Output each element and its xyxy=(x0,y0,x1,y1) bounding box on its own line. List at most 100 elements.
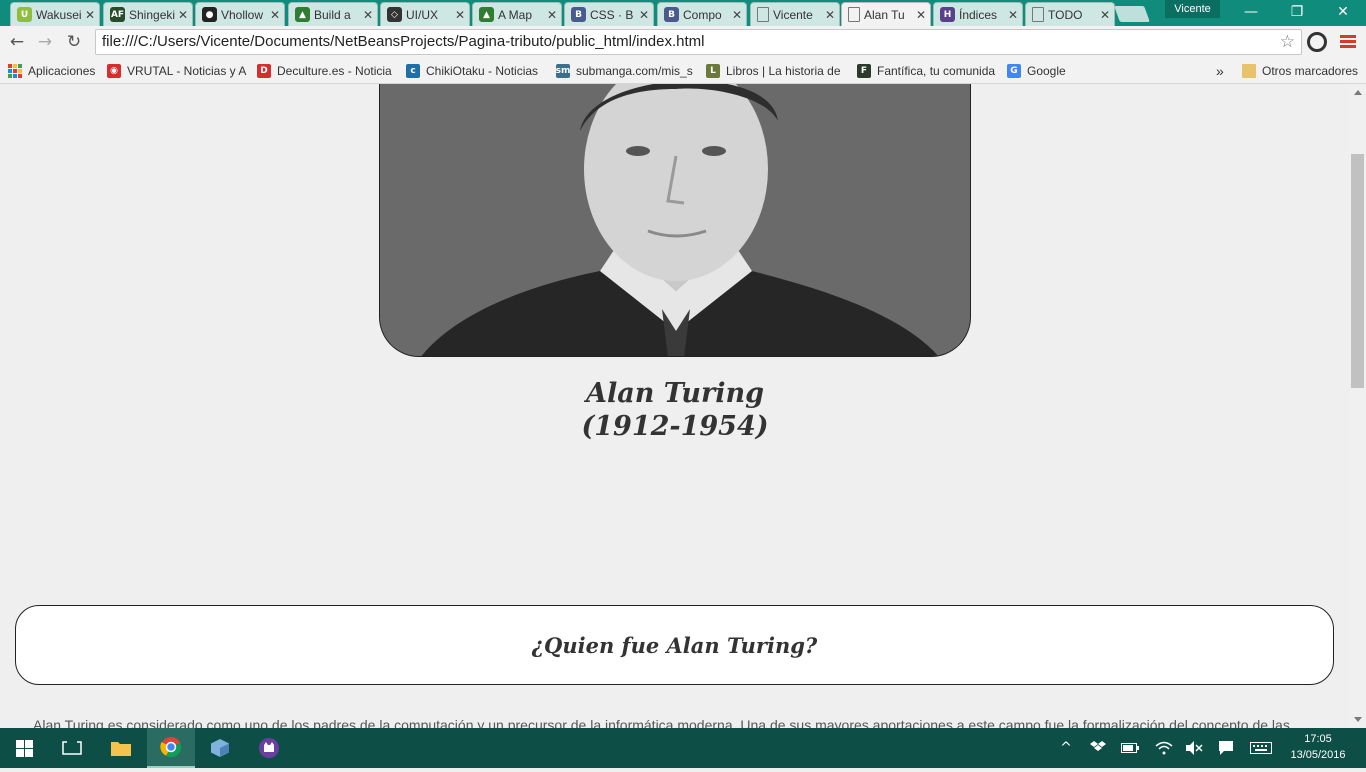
reload-button[interactable]: ↻ xyxy=(62,30,86,54)
bookmarks-overflow-button[interactable]: » xyxy=(1216,58,1224,83)
apps-grid-icon xyxy=(8,63,22,78)
tab-strip: U Wakusei ✕ AF Shingeki ✕ ● Vhollow ✕ ▲ Build a ✕ ◇ U… xyxy=(0,0,1366,26)
tab-close-icon[interactable]: ✕ xyxy=(916,8,926,22)
profile-button[interactable]: Vicente xyxy=(1165,0,1220,18)
scroll-up-icon[interactable] xyxy=(1354,90,1362,95)
U-favicon-icon: U xyxy=(17,7,32,22)
tab-close-icon[interactable]: ✕ xyxy=(825,8,835,22)
browser-tab[interactable]: TODO ✕ xyxy=(1025,2,1115,26)
dropbox-icon[interactable] xyxy=(1088,728,1108,768)
B-favicon-icon: B xyxy=(571,7,586,22)
alan-turing-portrait xyxy=(379,84,971,357)
bookmark-label: Fantífica, tu comunida xyxy=(877,63,996,78)
tab-close-icon[interactable]: ✕ xyxy=(1008,8,1018,22)
bookmark-favicon-icon: c xyxy=(406,63,420,78)
cat-app-icon xyxy=(259,738,279,758)
browser-tab[interactable]: ◇ UI/UX ✕ xyxy=(380,2,470,26)
show-hidden-icons-button[interactable]: ^ xyxy=(1056,728,1076,768)
tab-close-icon[interactable]: ✕ xyxy=(455,8,465,22)
battery-icon[interactable] xyxy=(1118,728,1142,768)
tab-close-icon[interactable]: ✕ xyxy=(85,8,95,22)
bookmark-item[interactable]: L Libros | La historia de xyxy=(706,58,846,83)
section-heading: ¿Quien fue Alan Turing? xyxy=(531,632,818,658)
forward-button[interactable]: → xyxy=(33,30,57,54)
bookmark-favicon-icon: D xyxy=(257,63,271,78)
app-taskbar-button[interactable] xyxy=(245,728,293,768)
fcc-favicon-icon: ▲ xyxy=(295,7,310,22)
new-tab-button[interactable] xyxy=(1114,6,1150,22)
file-explorer-taskbar-button[interactable] xyxy=(97,728,145,768)
chrome-menu-icon[interactable] xyxy=(1340,35,1356,49)
bookmark-item[interactable]: G Google xyxy=(1007,58,1087,83)
tab-title: A Map xyxy=(498,7,533,22)
browser-tab[interactable]: B CSS · B ✕ xyxy=(564,2,654,26)
clock-date: 13/05/2016 xyxy=(1290,749,1346,761)
bookmark-label: Libros | La historia de xyxy=(726,63,841,78)
bookmark-item[interactable]: D Deculture.es - Noticia xyxy=(257,58,397,83)
browser-tab[interactable]: AF Shingeki ✕ xyxy=(103,2,193,26)
doc-favicon-icon xyxy=(1032,7,1044,22)
tab-close-icon[interactable]: ✕ xyxy=(547,8,557,22)
bookmark-favicon-icon: G xyxy=(1007,63,1021,78)
browser-tab[interactable]: H Índices ✕ xyxy=(933,2,1023,26)
tab-title: Wakusei xyxy=(36,7,82,22)
browser-tab[interactable]: B Compo ✕ xyxy=(657,2,747,26)
bookmark-label: ChikiOtaku - Noticias xyxy=(426,63,539,78)
scroll-down-icon[interactable] xyxy=(1354,717,1362,722)
task-view-icon xyxy=(62,740,82,755)
page-scrollbar[interactable] xyxy=(1350,84,1366,728)
restore-button[interactable]: ❐ xyxy=(1274,0,1320,26)
task-view-button[interactable] xyxy=(48,728,96,768)
chrome-taskbar-button[interactable] xyxy=(147,728,195,768)
browser-toolbar: ← → ↻ file:///C:/Users/Vicente/Documents… xyxy=(0,26,1366,58)
tab-close-icon[interactable]: ✕ xyxy=(363,8,373,22)
bookmark-label: Deculture.es - Noticia xyxy=(277,63,392,78)
browser-tab[interactable]: ▲ A Map ✕ xyxy=(472,2,562,26)
address-bar[interactable]: file:///C:/Users/Vicente/Documents/NetBe… xyxy=(95,29,1302,55)
folder-icon xyxy=(111,742,131,756)
doc-favicon-icon xyxy=(757,7,769,22)
bookmark-label: Aplicaciones xyxy=(28,63,96,78)
browser-tab[interactable]: U Wakusei ✕ xyxy=(10,2,100,26)
minimize-button[interactable]: — xyxy=(1228,0,1274,26)
browser-tab[interactable]: Vicente ✕ xyxy=(750,2,840,26)
tab-close-icon[interactable]: ✕ xyxy=(270,8,280,22)
bookmark-item[interactable]: c ChikiOtaku - Noticias xyxy=(406,58,546,83)
tab-close-icon[interactable]: ✕ xyxy=(732,8,742,22)
bookmark-item[interactable]: F Fantífica, tu comunida xyxy=(857,58,997,83)
system-clock[interactable]: 17:05 13/05/2016 xyxy=(1283,731,1353,763)
scrollbar-thumb[interactable] xyxy=(1351,154,1364,388)
chrome-icon xyxy=(160,737,182,758)
windows-taskbar: ^ 17:05 13/05/2016 xyxy=(0,728,1366,768)
keyboard-icon[interactable] xyxy=(1248,728,1274,768)
browser-tab[interactable]: ▲ Build a ✕ xyxy=(288,2,378,26)
bookmark-item[interactable]: sm submanga.com/mis_s xyxy=(556,58,696,83)
action-center-icon[interactable] xyxy=(1214,728,1238,768)
section-heading-box: ¿Quien fue Alan Turing? xyxy=(15,605,1334,685)
tab-title: Alan Tu xyxy=(864,7,905,22)
bookmark-item[interactable]: Aplicaciones xyxy=(8,58,96,83)
tab-close-icon[interactable]: ✕ xyxy=(178,8,188,22)
close-window-button[interactable]: ✕ xyxy=(1320,0,1366,26)
doc-favicon-icon xyxy=(848,7,860,22)
tab-title: Índices xyxy=(959,7,998,22)
browser-tab[interactable]: Alan Tu ✕ xyxy=(841,2,931,26)
github-favicon-icon: ● xyxy=(202,7,217,22)
tab-close-icon[interactable]: ✕ xyxy=(1100,8,1110,22)
other-bookmarks-folder[interactable]: Otros marcadores xyxy=(1242,58,1358,83)
netbeans-taskbar-button[interactable] xyxy=(196,728,244,768)
tab-title: Shingeki xyxy=(129,7,175,22)
url-text[interactable]: file:///C:/Users/Vicente/Documents/NetBe… xyxy=(102,30,705,54)
extension-icon[interactable] xyxy=(1307,32,1327,52)
volume-muted-icon[interactable] xyxy=(1182,728,1206,768)
tab-title: Compo xyxy=(683,7,722,22)
bookmark-star-icon[interactable]: ☆ xyxy=(1280,30,1295,54)
bookmark-favicon-icon: F xyxy=(857,63,871,78)
back-button[interactable]: ← xyxy=(5,30,29,54)
wifi-icon[interactable] xyxy=(1152,728,1176,768)
browser-tab[interactable]: ● Vhollow ✕ xyxy=(195,2,285,26)
tab-close-icon[interactable]: ✕ xyxy=(639,8,649,22)
bookmark-favicon-icon: L xyxy=(706,63,720,78)
bookmark-item[interactable]: ◉ VRUTAL - Noticias y A xyxy=(107,58,247,83)
start-button[interactable] xyxy=(0,728,48,768)
